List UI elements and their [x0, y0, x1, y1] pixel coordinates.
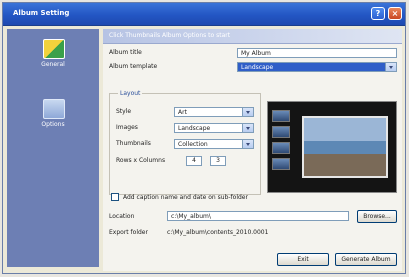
style-label: Style [116, 108, 132, 115]
help-icon: ? [375, 9, 381, 18]
images-label: Images [116, 124, 138, 131]
settings-panel: Click Thumbnails Album Options to start … [103, 29, 402, 271]
add-caption-checkbox[interactable] [111, 193, 119, 201]
columns-stepper[interactable]: 3 [210, 156, 226, 166]
thumbnails-label: Thumbnails [116, 140, 151, 147]
album-template-label: Album template [109, 63, 158, 70]
chevron-down-icon [385, 63, 396, 71]
sidebar-item-label: Options [41, 121, 65, 128]
rows-columns-label: Rows x Columns [116, 157, 166, 164]
location-field[interactable]: c:\My_album\ [167, 211, 349, 221]
layout-group-title: Layout [118, 90, 143, 97]
preview-thumbnail [272, 110, 290, 122]
album-setting-window: Album Setting ? × General Options Click … [2, 2, 406, 274]
preview-thumbnail [272, 142, 290, 154]
thumbnails-select[interactable]: Collection [174, 139, 254, 149]
generate-album-button[interactable]: Generate Album [335, 253, 397, 266]
album-settings-icon [43, 39, 65, 59]
preview-thumbnail [272, 126, 290, 138]
template-preview [267, 101, 397, 193]
thumbnail-strip [272, 110, 290, 186]
album-template-value: Landscape [241, 64, 274, 71]
album-template-select[interactable]: Landscape [237, 62, 397, 72]
browse-button[interactable]: Browse... [357, 210, 397, 223]
options-icon [43, 99, 65, 119]
style-select[interactable]: Art [174, 107, 254, 117]
close-icon: × [391, 9, 399, 18]
thumbnails-value: Collection [178, 141, 208, 148]
close-button[interactable]: × [388, 7, 402, 20]
images-select[interactable]: Landscape [174, 123, 254, 133]
layout-group: Layout Style Art Images Landscape Thumbn… [109, 90, 261, 195]
exit-button[interactable]: Exit [277, 253, 329, 266]
export-folder-label: Export folder [109, 229, 148, 236]
sidebar: General Options [7, 29, 99, 267]
preview-thumbnail [272, 158, 290, 170]
banner-text: Click Thumbnails Album Options to start [109, 32, 231, 39]
album-title-field[interactable]: My Album [237, 48, 397, 58]
sidebar-item-general[interactable]: General [7, 33, 99, 85]
album-title-label: Album title [109, 49, 142, 56]
location-label: Location [109, 213, 135, 220]
rows-stepper[interactable]: 4 [186, 156, 202, 166]
export-folder-value: c:\My_album\contents_2010.0001 [167, 229, 269, 236]
chevron-down-icon [242, 140, 253, 148]
window-title: Album Setting [13, 9, 70, 17]
title-bar: Album Setting ? × [3, 3, 405, 26]
sidebar-item-label: General [41, 61, 65, 68]
preview-photo [302, 116, 388, 178]
chevron-down-icon [242, 124, 253, 132]
info-banner: Click Thumbnails Album Options to start [103, 29, 402, 44]
sidebar-item-options[interactable]: Options [7, 93, 99, 145]
images-value: Landscape [178, 125, 211, 132]
chevron-down-icon [242, 108, 253, 116]
style-value: Art [178, 109, 187, 116]
help-button[interactable]: ? [371, 7, 385, 20]
add-caption-label: Add caption name and date on sub-folder [123, 194, 248, 201]
